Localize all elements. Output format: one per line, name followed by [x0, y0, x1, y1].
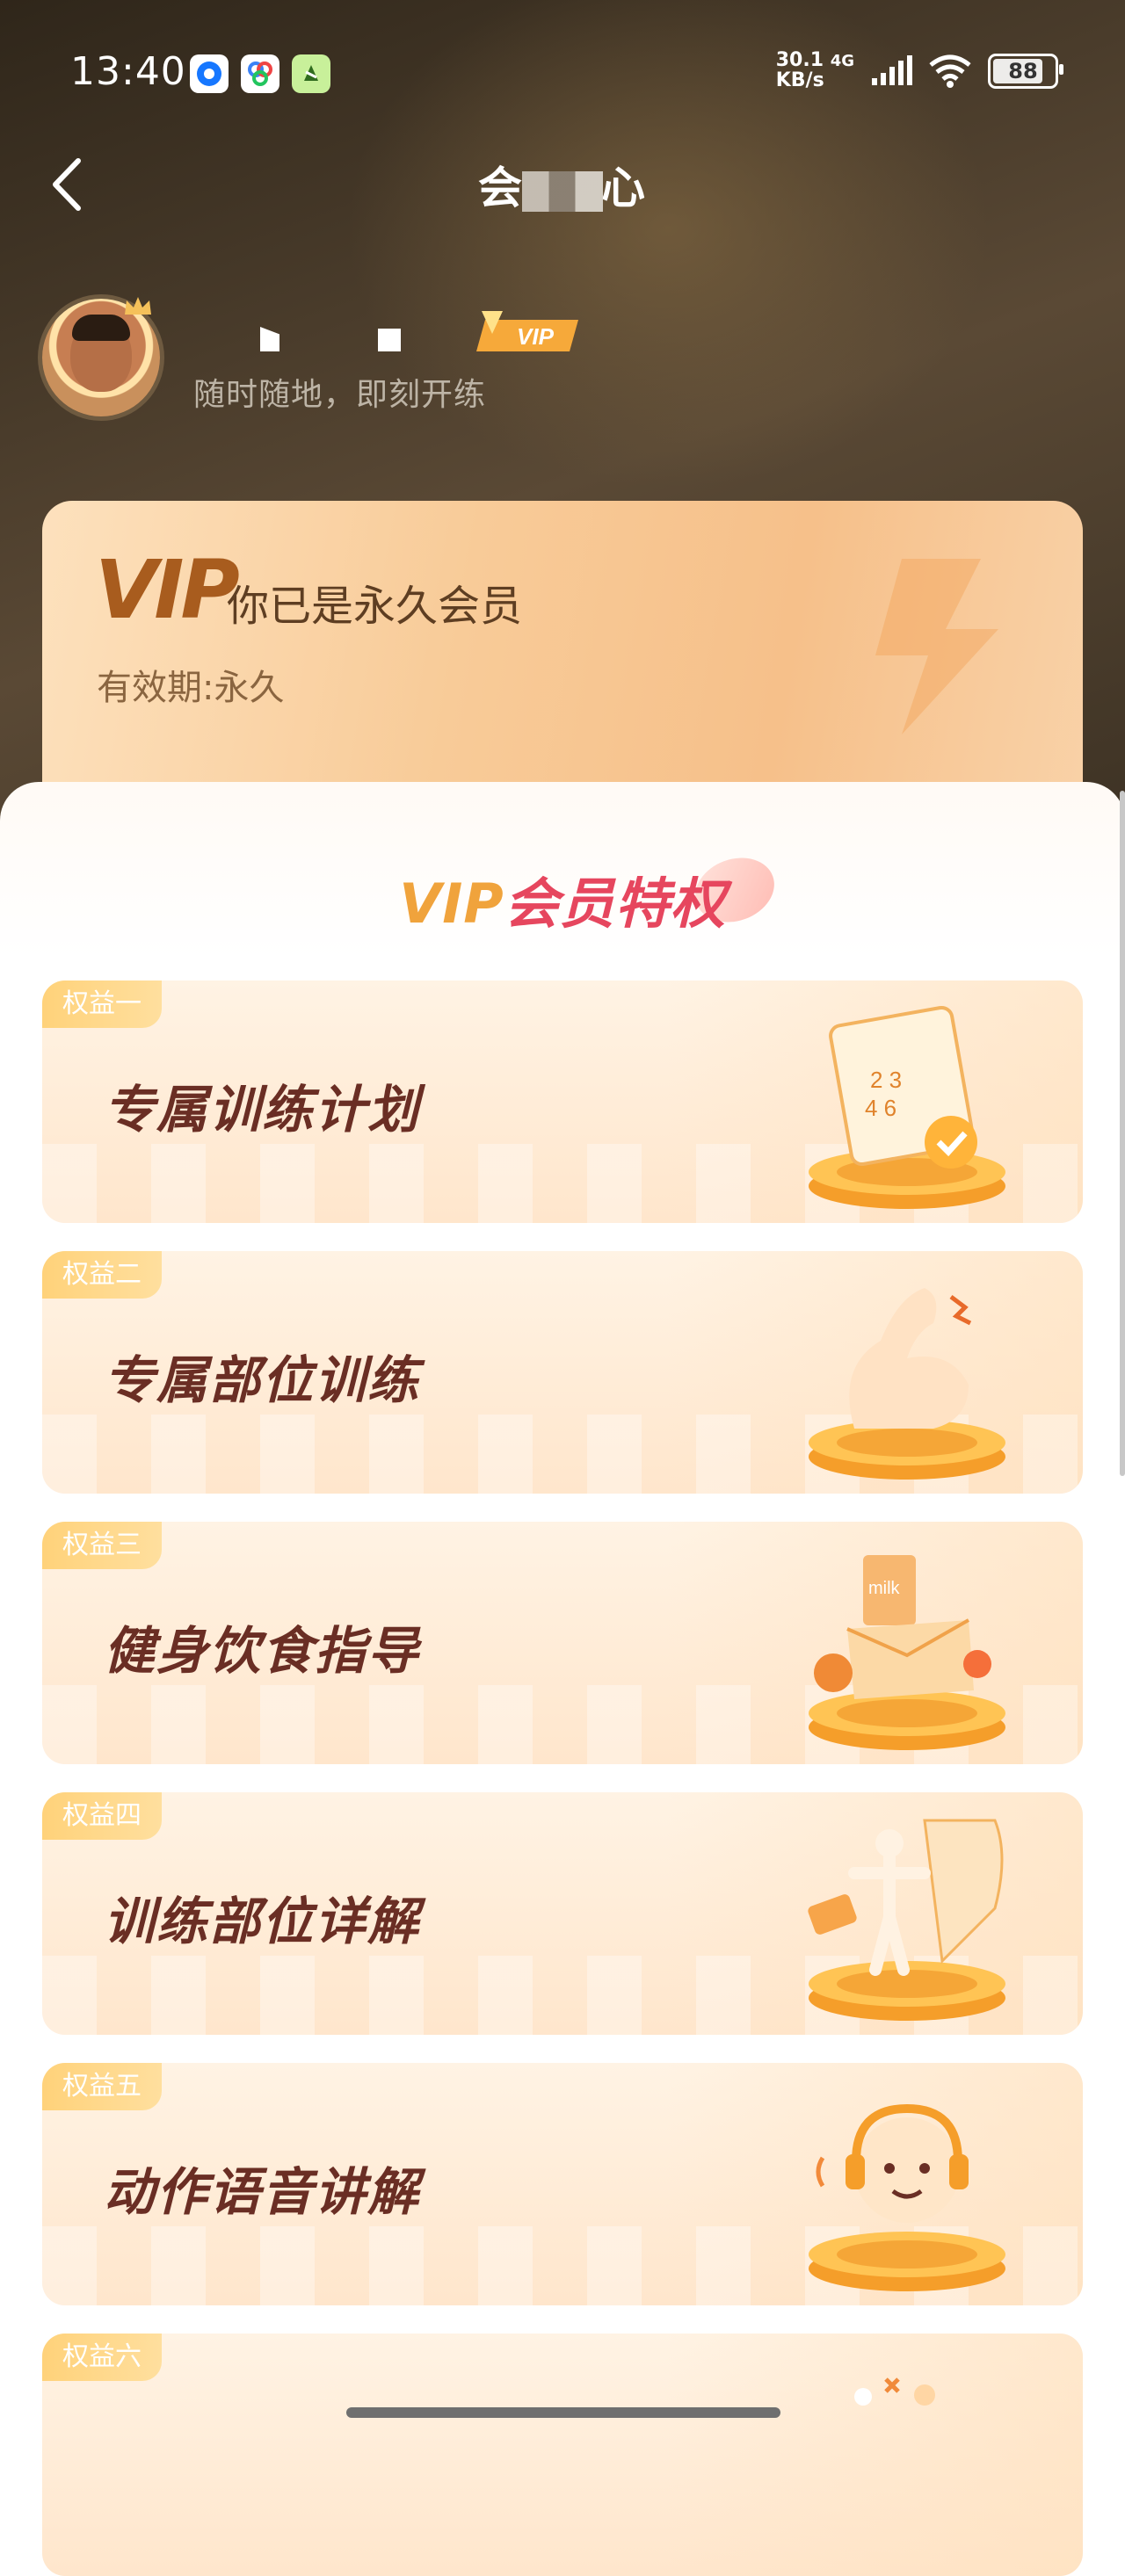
svg-text:VIP: VIP: [517, 323, 555, 350]
avatar[interactable]: [42, 299, 160, 416]
scrollbar[interactable]: [1120, 791, 1125, 1476]
muscle-arm-icon: [809, 1288, 1005, 1480]
crown-icon: [125, 297, 151, 315]
benefit-tag: 权益三: [42, 1522, 162, 1569]
svg-text:4 6: 4 6: [865, 1095, 896, 1121]
benefit-tag: 权益一: [42, 980, 162, 1028]
benefit-title: 专属部位训练: [104, 1350, 421, 1410]
svg-text:milk: milk: [868, 1579, 901, 1598]
app-notification-icon: [241, 54, 279, 93]
vip-expiry: 有效期:永久: [97, 668, 285, 708]
status-time: 13:40: [70, 49, 186, 94]
user-slogan: 随时随地，即刻开练: [193, 377, 487, 413]
wifi-icon: [929, 54, 971, 88]
benefit-card[interactable]: 权益四 训练部位详解: [42, 1792, 1083, 2035]
benefit-card[interactable]: 权益六: [42, 2334, 1083, 2576]
battery-indicator: 88: [988, 53, 1063, 89]
benefit-card[interactable]: 权益三 健身饮食指导 milk: [42, 1522, 1083, 1764]
status-right: 30.1 4G KB/s 88: [775, 49, 1063, 91]
privileges-title: VIP会员特权: [399, 872, 726, 936]
vip-logo: VIP: [95, 543, 240, 637]
notification-icons: [190, 54, 330, 93]
benefit-card[interactable]: 权益五 动作语音讲解: [42, 2063, 1083, 2305]
home-indicator[interactable]: [346, 2407, 780, 2418]
food-box-icon: milk: [809, 1555, 1005, 1750]
vip-badge-icon: VIP: [476, 311, 578, 351]
benefit-card[interactable]: 权益一 专属训练计划 2 3 4 6: [42, 980, 1083, 1223]
benefit-title: 专属训练计划: [104, 1080, 421, 1140]
svg-text:2 3: 2 3: [870, 1067, 902, 1093]
benefit-title: 训练部位详解: [104, 1892, 421, 1951]
app-notification-icon: [190, 54, 229, 93]
status-bar: 13:40 30.1 4G KB/s 88: [0, 0, 1125, 149]
app-notification-icon: [292, 54, 330, 93]
body-figure-icon: [808, 1819, 1005, 2021]
network-speed: 30.1 4G KB/s: [775, 49, 854, 91]
benefit-tag: 权益六: [42, 2334, 162, 2381]
user-name-redacted: [193, 323, 413, 358]
benefit-card[interactable]: 权益二 专属部位训练: [42, 1251, 1083, 1494]
benefit-title: 动作语音讲解: [104, 2162, 421, 2222]
calendar-icon: 2 3 4 6: [809, 1005, 1005, 1209]
decor-icon: [854, 2377, 935, 2406]
page-title: 会心: [478, 163, 647, 213]
benefit-tag: 权益二: [42, 1251, 162, 1299]
benefit-title: 健身饮食指导: [104, 1621, 421, 1681]
benefit-tag: 权益四: [42, 1792, 162, 1840]
privileges-sheet: VIP会员特权 权益一 专属训练计划 2 3 4 6 权益二 专属部位训练 权益…: [0, 782, 1125, 2576]
signal-icon: [872, 54, 912, 85]
redacted-text: [522, 170, 603, 212]
benefit-tag: 权益五: [42, 2063, 162, 2110]
headset-person-icon: [809, 2103, 1005, 2291]
vip-status-title: 你已是永久会员: [227, 582, 523, 631]
lightning-icon: [875, 559, 998, 734]
